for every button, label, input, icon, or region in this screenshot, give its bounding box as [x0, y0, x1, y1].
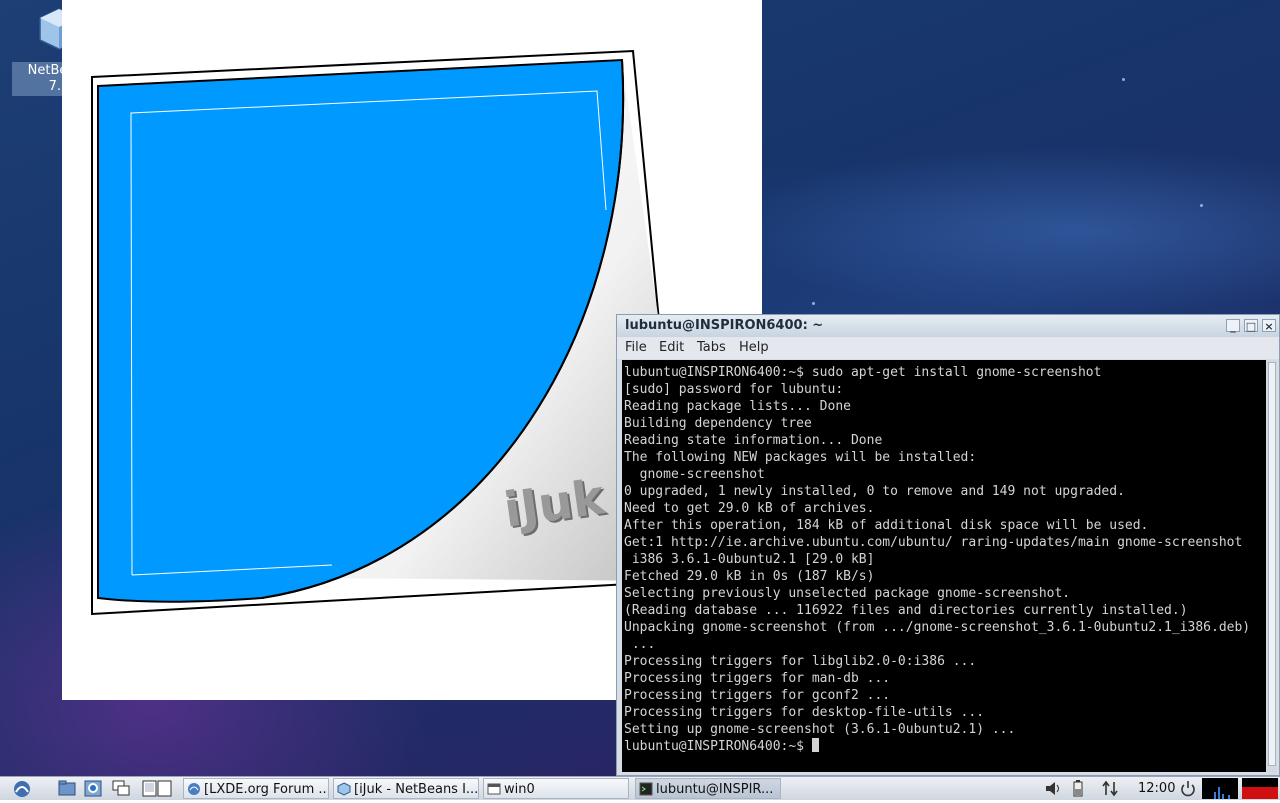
menu-tabs[interactable]: Tabs	[697, 337, 726, 359]
terminal-line: Unpacking gnome-screenshot (from .../gno…	[624, 620, 1251, 635]
terminal-line: Setting up gnome-screenshot (3.6.1-0ubun…	[624, 722, 1016, 737]
clock[interactable]: 12:00	[1138, 778, 1175, 800]
browser-globe-icon	[188, 783, 200, 795]
task-terminal[interactable]: lubuntu@INSPIR...	[635, 778, 781, 799]
desktop: NetBeans 7.3 iJuk lubuntu@INSPIRON6400: …	[0, 0, 1280, 776]
terminal-line: lubuntu@INSPIRON6400:~$ sudo apt-get ins…	[624, 365, 1102, 380]
window-switch-icon[interactable]	[112, 780, 130, 797]
memory-bars	[1242, 787, 1278, 799]
volume-icon[interactable]	[1044, 780, 1062, 797]
terminal-line: Need to get 29.0 kB of archives.	[624, 501, 875, 516]
terminal-line: Reading package lists... Done	[624, 399, 851, 414]
sparkle	[1200, 204, 1203, 207]
task-lxde-forum[interactable]: [LXDE.org Forum ...	[183, 778, 329, 799]
maximize-button[interactable]: □	[1244, 319, 1258, 333]
terminal-line: Processing triggers for desktop-file-uti…	[624, 705, 985, 720]
sparkle	[812, 302, 815, 305]
terminal-line: Selecting previously unselected package …	[624, 586, 1071, 601]
terminal-line: [sudo] password for lubuntu:	[624, 382, 844, 397]
window-title: lubuntu@INSPIRON6400: ~	[625, 318, 824, 333]
task-label: [iJuk - NetBeans I...	[354, 782, 479, 797]
web-browser-icon[interactable]	[84, 780, 102, 797]
task-label: win0	[504, 782, 535, 797]
minimize-button[interactable]: _	[1226, 319, 1240, 333]
terminal-line: Processing triggers for gconf2 ...	[624, 688, 891, 703]
terminal-scrollbar[interactable]	[1267, 360, 1277, 772]
terminal-icon	[639, 782, 653, 796]
menu-file[interactable]: File	[625, 337, 647, 359]
network-icon[interactable]	[1101, 780, 1119, 797]
memory-monitor-graph	[1242, 778, 1278, 799]
terminal-window[interactable]: lubuntu@INSPIRON6400: ~ _ □ × File Edit …	[616, 314, 1280, 776]
terminal-menubar: File Edit Tabs Help	[617, 337, 1279, 359]
terminal-output[interactable]: lubuntu@INSPIRON6400:~$ sudo apt-get ins…	[622, 360, 1266, 772]
lxde-menu-icon[interactable]	[10, 778, 34, 798]
cpu-bars	[1214, 787, 1230, 799]
sparkle	[1122, 78, 1125, 81]
window-icon	[487, 783, 501, 795]
text-cursor	[811, 738, 819, 752]
scrollbar-thumb[interactable]	[1268, 362, 1276, 766]
terminal-line: Reading state information... Done	[624, 433, 883, 448]
terminal-line: After this operation, 184 kB of addition…	[624, 518, 1149, 533]
menu-edit[interactable]: Edit	[659, 337, 684, 359]
power-icon[interactable]	[1179, 780, 1197, 797]
terminal-line: Processing triggers for libglib2.0-0:i38…	[624, 654, 977, 669]
terminal-line: gnome-screenshot	[624, 467, 765, 482]
taskbar: [LXDE.org Forum ... [iJuk - NetBeans I..…	[0, 776, 1280, 800]
workspace-pager-icon[interactable]	[142, 780, 172, 797]
battery-icon[interactable]	[1072, 780, 1084, 797]
cpu-monitor-graph	[1202, 778, 1238, 799]
terminal-line: (Reading database ... 116922 files and d…	[624, 603, 1188, 618]
task-win0[interactable]: win0	[483, 778, 629, 799]
terminal-prompt-line: lubuntu@INSPIRON6400:~$	[624, 738, 1266, 755]
task-label: [LXDE.org Forum ...	[204, 782, 329, 797]
terminal-line: Processing triggers for man-db ...	[624, 671, 891, 686]
terminal-line: ...	[624, 637, 656, 652]
terminal-line: Get:1 http://ie.archive.ubuntu.com/ubunt…	[624, 535, 1243, 550]
close-button[interactable]: ×	[1262, 319, 1276, 333]
menu-help[interactable]: Help	[739, 337, 769, 359]
prompt: lubuntu@INSPIRON6400:~$	[624, 739, 812, 754]
terminal-line: The following NEW packages will be insta…	[624, 450, 977, 465]
terminal-line: Fetched 29.0 kB in 0s (187 kB/s)	[624, 569, 875, 584]
task-netbeans[interactable]: [iJuk - NetBeans I...	[333, 778, 479, 799]
terminal-line: i386 3.6.1-0ubuntu2.1 [29.0 kB]	[624, 552, 875, 567]
terminal-line: Building dependency tree	[624, 416, 812, 431]
terminal-line: 0 upgraded, 1 newly installed, 0 to remo…	[624, 484, 1125, 499]
terminal-titlebar[interactable]: lubuntu@INSPIRON6400: ~ _ □ ×	[617, 315, 1279, 337]
netbeans-icon	[337, 782, 351, 796]
task-label: lubuntu@INSPIR...	[656, 782, 774, 797]
file-manager-icon[interactable]	[58, 780, 76, 797]
